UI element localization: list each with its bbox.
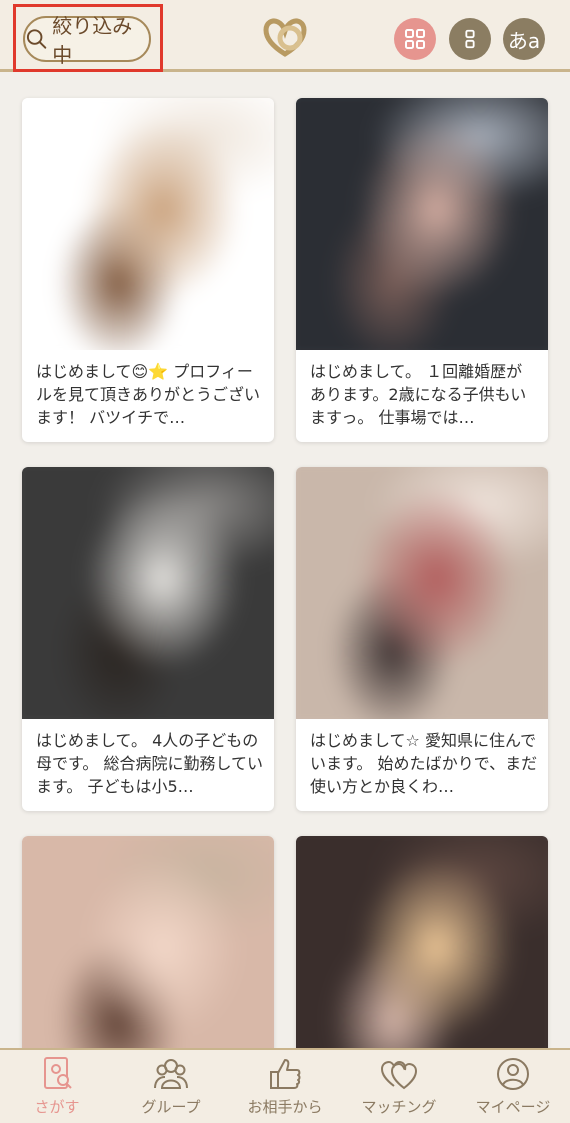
profile-intro-text: はじめまして。 4人の子どもの母です。 総合病院に勤務しています。 子どもは小5… [36,731,264,796]
list-view-button[interactable] [449,18,491,60]
profile-photo [296,98,548,350]
nav-item-from-partner[interactable]: お相手から [228,1056,342,1122]
profile-intro-text: はじめまして。 １回離婚歴があります。2歳になる子供もいますっ。 仕事場では… [310,362,527,427]
profile-card[interactable] [296,836,548,1056]
nav-label-from-partner: お相手から [247,1098,323,1116]
profile-card[interactable]: はじめまして。 4人の子どもの母です。 総合病院に勤務しています。 子どもは小5… [22,467,274,811]
profile-photo [296,836,548,1056]
profile-intro-text: はじめまして😊⭐ プロフィールを見て頂きありがとうございます！ バツイチで… [36,362,261,427]
user-icon [497,1058,529,1090]
profile-intro-text: はじめまして☆ 愛知県に住んでいます。 始めたばかりで、まだ使い方とか良くわ… [310,731,538,796]
grid-icon [405,29,425,49]
hearts-icon [380,1060,418,1090]
list-icon [465,29,475,49]
language-button[interactable]: あa [503,18,545,60]
profile-photo [296,467,548,719]
nav-label-search: さがす [34,1098,80,1116]
profile-photo [22,467,274,719]
nav-item-search[interactable]: さがす [0,1056,114,1122]
search-profile-icon [44,1057,72,1089]
profile-card[interactable]: はじめまして☆ 愛知県に住んでいます。 始めたばかりで、まだ使い方とか良くわ… [296,467,548,811]
filter-highlight-box [13,4,163,72]
nav-item-group[interactable]: グループ [114,1056,228,1122]
profile-card[interactable] [22,836,274,1056]
thumbs-up-icon [270,1059,301,1089]
nav-item-matching[interactable]: マッチング [342,1056,456,1122]
grid-view-button[interactable] [394,18,436,60]
profile-photo [22,836,274,1056]
nav-item-mypage[interactable]: マイページ [456,1056,570,1122]
bottom-navigation: さがす グループ お相手から マッチング マイページ [0,1048,570,1123]
nav-label-mypage: マイページ [475,1098,551,1116]
profile-photo [22,98,274,350]
profile-card[interactable]: はじめまして。 １回離婚歴があります。2歳になる子供もいますっ。 仕事場では… [296,98,548,442]
rings-logo-icon [263,18,307,57]
nav-label-group: グループ [141,1098,201,1116]
profile-card[interactable]: はじめまして😊⭐ プロフィールを見て頂きありがとうございます！ バツイチで… [22,98,274,442]
group-icon [154,1059,188,1089]
nav-label-matching: マッチング [361,1098,437,1116]
